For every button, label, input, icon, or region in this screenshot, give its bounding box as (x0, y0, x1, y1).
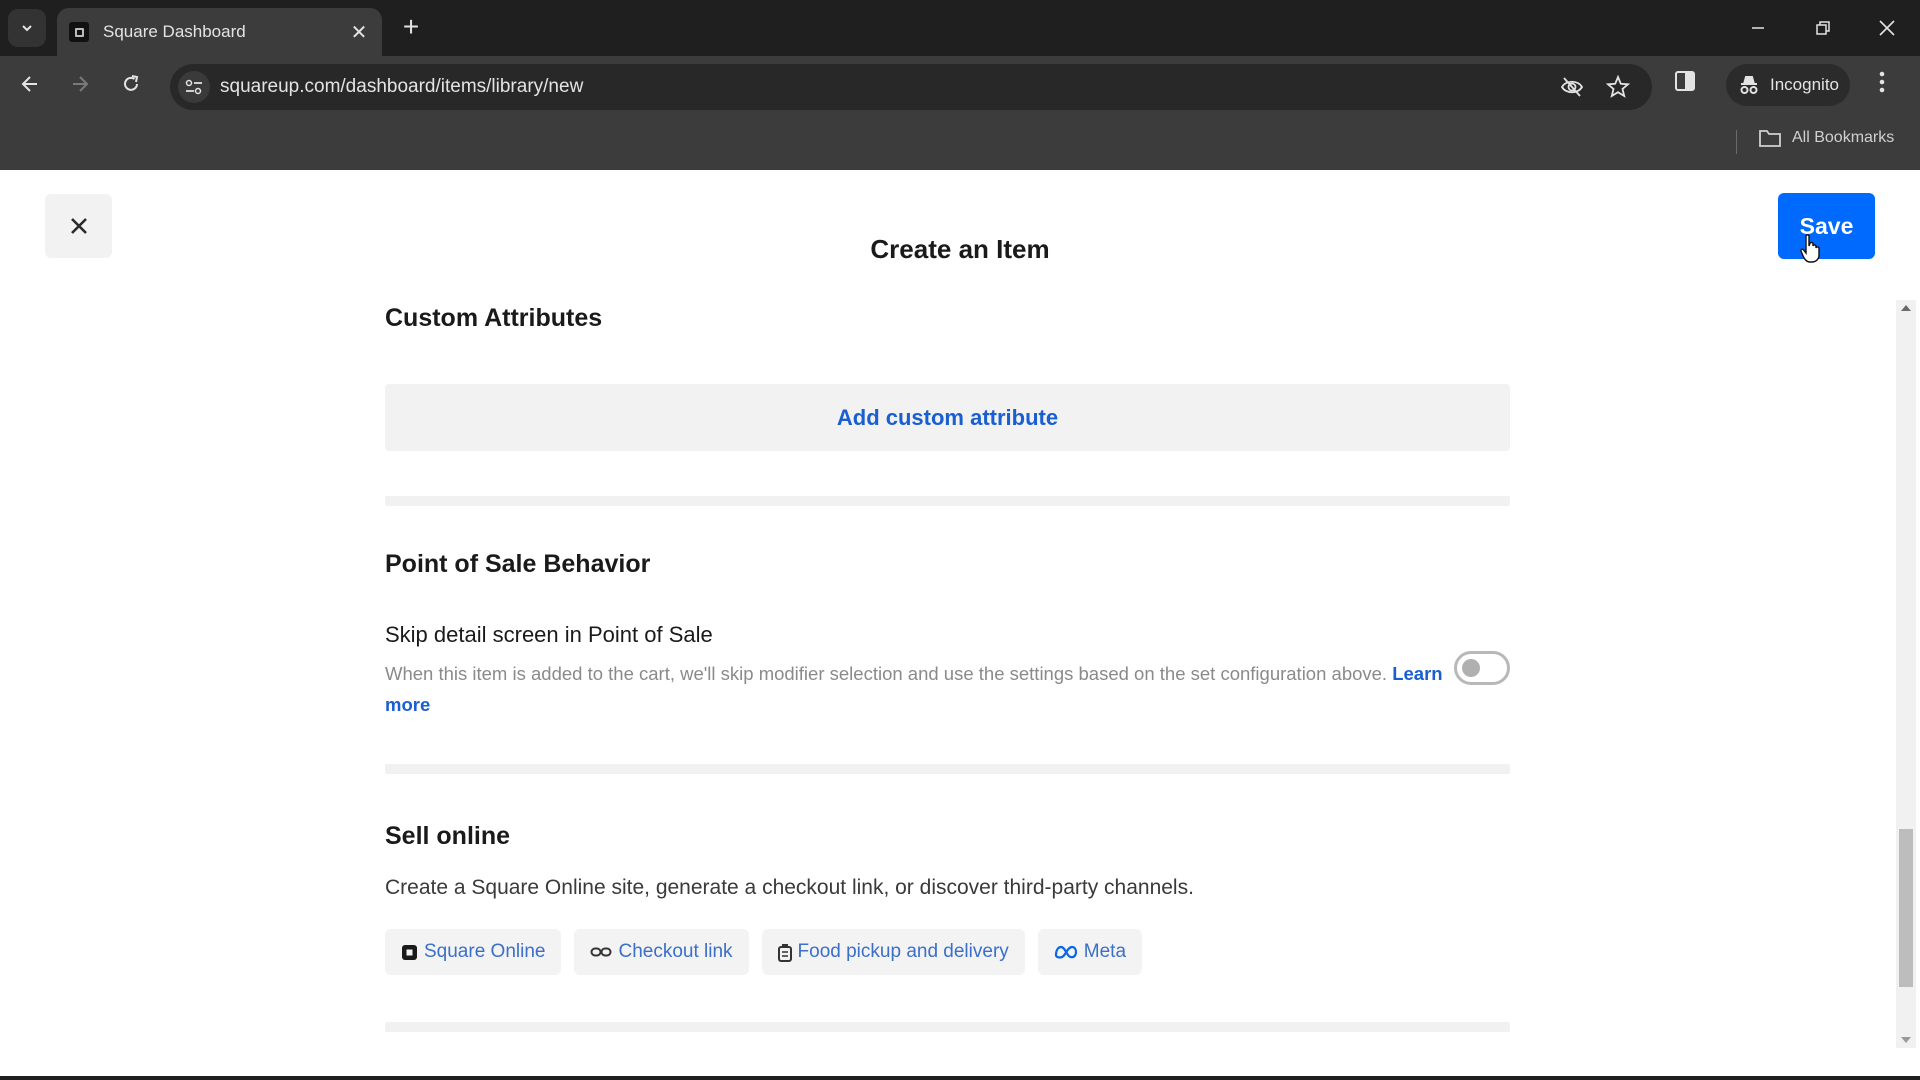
tab-strip: Square Dashboard ✕ + (0, 0, 1920, 56)
page-scrollbar[interactable] (1896, 300, 1916, 1048)
minimize-icon (1752, 27, 1764, 29)
side-panel-icon (1675, 71, 1695, 91)
browser-tab[interactable]: Square Dashboard ✕ (57, 8, 382, 56)
site-info-button[interactable] (178, 71, 210, 103)
channel-label: Food pickup and delivery (797, 941, 1009, 962)
back-button[interactable] (12, 66, 48, 102)
arrow-left-icon (21, 76, 37, 92)
skip-detail-screen-description: When this item is added to the cart, we'… (385, 658, 1445, 720)
tune-icon (185, 79, 202, 95)
restore-button[interactable] (1800, 10, 1846, 46)
bookmarks-bar: All Bookmarks (0, 114, 1920, 170)
channel-square-online[interactable]: Square Online (385, 929, 562, 975)
browser-chrome: Square Dashboard ✕ + squareup.com/dashbo… (0, 0, 1920, 170)
skip-detail-screen-toggle[interactable] (1454, 651, 1510, 685)
add-custom-attribute-button[interactable]: Add custom attribute (385, 384, 1510, 451)
all-bookmarks-label: All Bookmarks (1792, 129, 1895, 146)
pos-behavior-heading: Point of Sale Behavior (385, 550, 651, 578)
close-icon (1879, 20, 1895, 36)
all-bookmarks-button[interactable]: All Bookmarks (1758, 128, 1894, 148)
toggle-knob (1462, 659, 1480, 677)
folder-icon (1759, 130, 1781, 147)
scroll-down-arrow-icon[interactable] (1896, 1032, 1916, 1048)
eye-off-icon (1560, 77, 1584, 97)
skip-description-text: When this item is added to the cart, we'… (385, 663, 1388, 684)
channel-checkout-link[interactable]: Checkout link (574, 929, 749, 975)
channel-food-pickup-delivery[interactable]: Food pickup and delivery (761, 929, 1025, 975)
sales-channels: Square Online Checkout link Food pickup … (385, 929, 1143, 975)
incognito-profile-button[interactable]: Incognito (1726, 64, 1850, 106)
profile-label: Incognito (1770, 75, 1839, 94)
tracking-protection-button[interactable] (1560, 75, 1584, 104)
tab-title: Square Dashboard (103, 22, 246, 41)
section-divider (385, 764, 1510, 774)
reload-button[interactable] (113, 66, 149, 102)
restore-icon (1816, 21, 1830, 35)
section-divider (385, 496, 1510, 506)
skip-detail-screen-label: Skip detail screen in Point of Sale (385, 622, 713, 647)
scrollbar-thumb[interactable] (1899, 829, 1913, 987)
forward-button[interactable] (62, 66, 98, 102)
tab-close-icon[interactable]: ✕ (348, 20, 370, 45)
tab-search-button[interactable] (8, 9, 46, 47)
arrow-right-icon (73, 76, 89, 92)
address-bar[interactable]: squareup.com/dashboard/items/library/new (170, 64, 1652, 110)
sell-online-description: Create a Square Online site, generate a … (385, 876, 1194, 899)
close-icon (70, 218, 87, 234)
chevron-down-icon (22, 25, 32, 32)
bookmarks-separator (1736, 130, 1737, 154)
meta-logo-icon (1054, 945, 1077, 959)
bookmark-star-button[interactable] (1605, 74, 1631, 104)
reload-icon (124, 75, 139, 91)
square-logo-icon (69, 22, 89, 42)
food-bag-icon (777, 943, 792, 962)
more-vert-icon (1879, 71, 1885, 93)
channel-meta[interactable]: Meta (1037, 929, 1143, 975)
star-icon (1605, 74, 1631, 98)
square-logo-icon (402, 944, 417, 960)
browser-menu-button[interactable] (1878, 70, 1886, 99)
window-close-button[interactable] (1864, 10, 1910, 46)
incognito-icon (1740, 76, 1758, 94)
create-item-page: Create an Item Save Custom Attributes Ad… (0, 170, 1920, 1076)
section-divider (385, 1022, 1510, 1032)
scroll-up-arrow-icon[interactable] (1896, 300, 1916, 316)
side-panel-button[interactable] (1674, 70, 1696, 97)
channel-label: Meta (1083, 941, 1127, 962)
url-text[interactable]: squareup.com/dashboard/items/library/new (220, 76, 583, 98)
page-title: Create an Item (870, 234, 1050, 264)
new-tab-button[interactable]: + (396, 12, 426, 42)
browser-toolbar: squareup.com/dashboard/items/library/new… (0, 56, 1920, 114)
taskbar-edge (0, 1076, 1920, 1080)
minimize-button[interactable] (1735, 10, 1781, 46)
channel-label: Square Online (424, 941, 546, 962)
channel-label: Checkout link (618, 941, 733, 962)
save-button[interactable]: Save (1778, 193, 1875, 259)
hand-cursor-icon (1800, 234, 1820, 263)
sell-online-heading: Sell online (385, 822, 511, 850)
custom-attributes-heading: Custom Attributes (385, 304, 603, 332)
link-icon (590, 947, 612, 957)
